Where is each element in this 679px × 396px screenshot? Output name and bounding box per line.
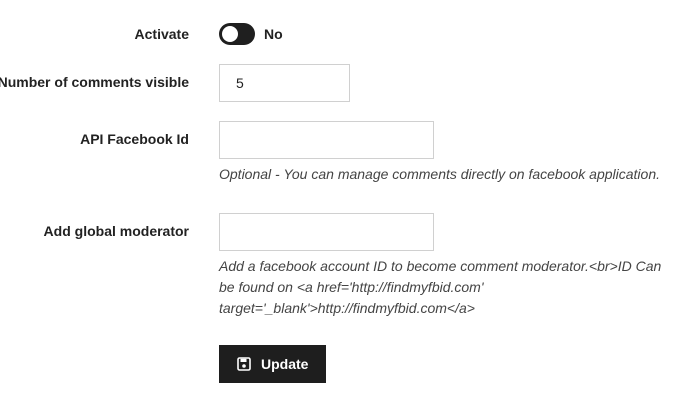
save-icon xyxy=(237,357,251,371)
api-facebook-id-input[interactable] xyxy=(219,121,434,159)
global-moderator-help: Add a facebook account ID to become comm… xyxy=(219,258,662,316)
toggle-knob xyxy=(222,26,238,42)
api-facebook-id-help: Optional - You can manage comments direc… xyxy=(219,166,660,182)
global-moderator-label: Add global moderator xyxy=(43,223,189,239)
api-facebook-id-label: API Facebook Id xyxy=(80,131,189,147)
update-button[interactable]: Update xyxy=(219,345,326,383)
update-button-label: Update xyxy=(261,356,309,372)
comments-visible-label: Number of comments visible xyxy=(0,74,189,90)
activate-toggle[interactable] xyxy=(219,23,255,45)
comments-visible-input[interactable] xyxy=(219,64,350,102)
global-moderator-input[interactable] xyxy=(219,213,434,251)
activate-label: Activate xyxy=(134,26,189,42)
activate-state-text: No xyxy=(264,26,283,42)
